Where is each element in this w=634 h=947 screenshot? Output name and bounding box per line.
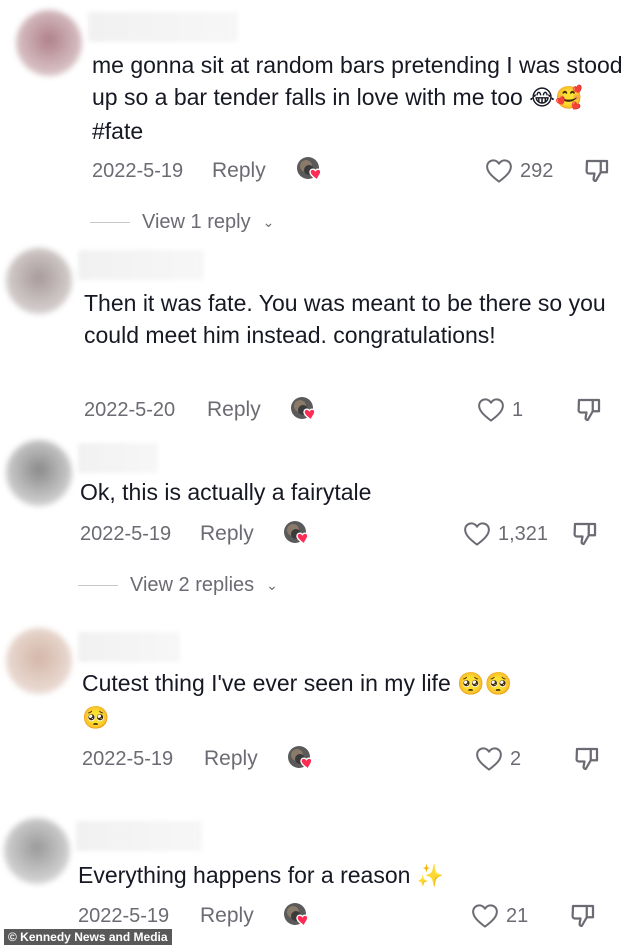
comment-date: 2022-5-19 — [92, 160, 184, 182]
reply-button[interactable]: Reply — [204, 747, 258, 771]
avatar[interactable] — [16, 10, 82, 76]
creator-liked-icon — [296, 156, 324, 184]
like-button[interactable]: 292 — [484, 156, 553, 186]
comment-date: 2022-5-20 — [84, 399, 176, 421]
avatar[interactable] — [6, 628, 72, 694]
view-replies-button[interactable]: View 1 reply ⌄ — [90, 211, 274, 234]
username[interactable] — [78, 443, 158, 473]
view-replies-label: View 2 replies — [130, 574, 255, 596]
like-button[interactable]: 1 — [476, 395, 523, 425]
like-count: 292 — [520, 159, 554, 182]
reply-button[interactable]: Reply — [200, 522, 254, 546]
like-count: 1,321 — [498, 522, 549, 545]
heart-icon — [462, 519, 492, 549]
like-button[interactable]: 21 — [470, 901, 528, 931]
avatar[interactable] — [6, 440, 72, 506]
heart-icon — [476, 395, 506, 425]
dislike-icon[interactable] — [570, 519, 600, 549]
watermark: © Kennedy News and Media — [4, 929, 172, 945]
like-button[interactable]: 2 — [474, 744, 521, 774]
heart-icon — [484, 156, 514, 186]
comment-text: Then it was fate. You was meant to be th… — [84, 290, 606, 348]
comment-date: 2022-5-19 — [80, 523, 172, 545]
comment-date: 2022-5-19 — [78, 905, 170, 927]
reply-button[interactable]: Reply — [200, 904, 254, 928]
comment-text: Ok, this is actually a fairytale — [80, 479, 372, 505]
pleading-face-emoji: 🥺🥺 — [457, 672, 512, 697]
avatar[interactable] — [4, 818, 70, 884]
like-count: 2 — [510, 747, 522, 770]
heart-icon — [470, 901, 500, 931]
comment-date: 2022-5-19 — [82, 748, 174, 770]
dislike-icon[interactable] — [568, 901, 598, 931]
dislike-icon[interactable] — [582, 156, 612, 186]
divider-line — [78, 585, 118, 586]
divider-line — [90, 222, 130, 223]
dislike-icon[interactable] — [574, 395, 604, 425]
creator-liked-icon — [290, 396, 318, 424]
username[interactable] — [76, 821, 202, 851]
like-count: 21 — [506, 904, 529, 927]
like-count: 1 — [512, 398, 524, 421]
reply-button[interactable]: Reply — [212, 159, 266, 183]
view-replies-label: View 1 reply — [142, 211, 251, 233]
dislike-icon[interactable] — [572, 744, 602, 774]
comment-text: Everything happens for a reason ✨ — [78, 862, 445, 889]
creator-liked-icon — [283, 902, 311, 930]
creator-liked-icon — [283, 520, 311, 548]
comment-text: me gonna sit at random bars pretending I… — [92, 52, 623, 144]
pleading-face-emoji: 🥺 — [82, 706, 110, 731]
username[interactable] — [78, 250, 204, 280]
creator-liked-icon — [287, 745, 315, 773]
view-replies-button[interactable]: View 2 replies ⌄ — [78, 574, 278, 597]
hashtag-link[interactable]: #fate — [92, 118, 143, 144]
reply-button[interactable]: Reply — [207, 398, 261, 422]
username[interactable] — [88, 12, 238, 42]
like-button[interactable]: 1,321 — [462, 519, 548, 549]
avatar[interactable] — [6, 248, 72, 314]
username[interactable] — [78, 632, 180, 662]
comment-text: Cutest thing I've ever seen in my life 🥺… — [82, 670, 512, 731]
chevron-down-icon: ⌄ — [262, 214, 275, 230]
chevron-down-icon: ⌄ — [266, 577, 278, 593]
heart-icon — [474, 744, 504, 774]
sparkles-emoji: ✨ — [416, 864, 445, 889]
laughing-love-emoji: 😂🥰 — [529, 86, 583, 111]
